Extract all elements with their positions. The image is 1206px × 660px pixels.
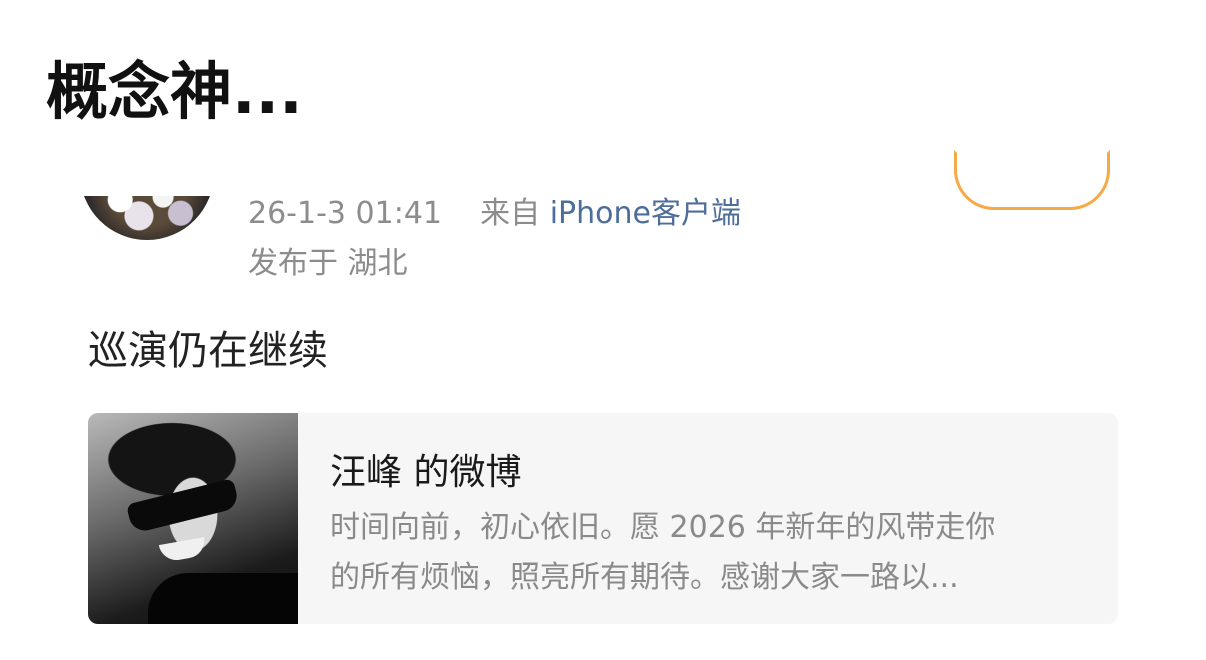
card-title: 汪峰 的微博 bbox=[330, 452, 522, 493]
smile-shape bbox=[158, 537, 208, 563]
card-thumbnail bbox=[88, 413, 298, 624]
follow-button[interactable] bbox=[954, 150, 1110, 210]
jacket-shape bbox=[148, 573, 298, 624]
sunglasses-shape bbox=[126, 478, 240, 534]
post-source-prefix: 来自 bbox=[480, 196, 541, 231]
post-source-link[interactable]: iPhone客户端 bbox=[550, 196, 741, 231]
page-title: 概念神... bbox=[46, 55, 303, 128]
card-description-line-2: 的所有烦恼，照亮所有期待。感谢大家一路以... bbox=[330, 560, 959, 595]
card-description: 时间向前，初心依旧。愿 2026 年新年的风带走你 的所有烦恼，照亮所有期待。感… bbox=[330, 503, 1100, 603]
card-description-line-1: 时间向前，初心依旧。愿 2026 年新年的风带走你 bbox=[330, 510, 996, 545]
shared-post-card[interactable]: 汪峰 的微博 时间向前，初心依旧。愿 2026 年新年的风带走你 的所有烦恼，照… bbox=[88, 413, 1118, 624]
screenshot-page: 概念神... 26-1-3 01:41 来自 iPhone客户端 发布于 湖北 … bbox=[0, 0, 1206, 660]
post-location: 发布于 湖北 bbox=[248, 246, 408, 281]
avatar[interactable] bbox=[80, 196, 214, 244]
post-meta: 26-1-3 01:41 来自 iPhone客户端 bbox=[248, 194, 741, 234]
post-timestamp: 26-1-3 01:41 bbox=[248, 196, 442, 231]
post-text: 巡演仍在继续 bbox=[88, 328, 328, 374]
avatar-image bbox=[80, 196, 214, 240]
